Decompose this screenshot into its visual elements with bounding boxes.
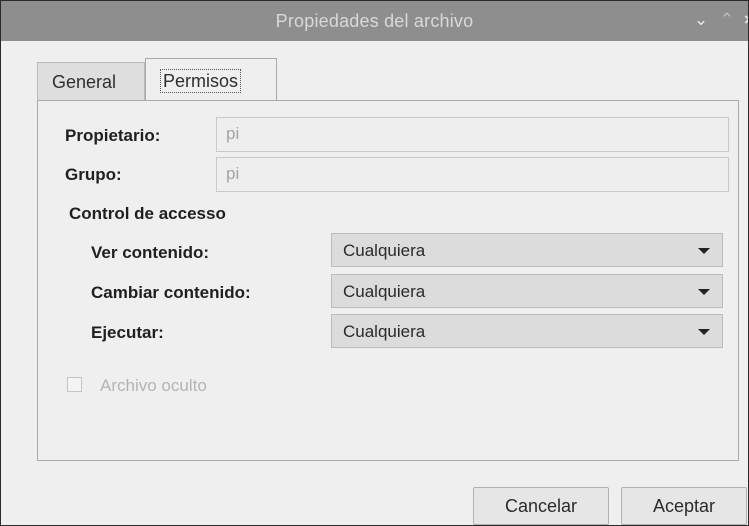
tab-general[interactable]: General bbox=[37, 62, 145, 100]
dropdown-arrow-icon bbox=[698, 329, 710, 335]
window-title: Propiedades del archivo bbox=[275, 11, 474, 31]
dropdown-arrow-icon bbox=[698, 248, 710, 254]
execute-label: Ejecutar: bbox=[91, 323, 164, 342]
view-content-select[interactable]: Cualquiera bbox=[331, 233, 723, 267]
execute-select[interactable]: Cualquiera bbox=[331, 314, 723, 348]
change-content-value: Cualquiera bbox=[343, 282, 426, 301]
access-control-heading: Control de accesso bbox=[69, 204, 226, 223]
execute-value: Cualquiera bbox=[343, 322, 426, 341]
minimize-icon[interactable]: ⌄ bbox=[692, 9, 710, 31]
checkbox-box[interactable] bbox=[67, 377, 82, 392]
change-content-select[interactable]: Cualquiera bbox=[331, 274, 723, 308]
close-icon[interactable]: × bbox=[740, 9, 748, 31]
hidden-file-label: Archivo oculto bbox=[100, 376, 207, 395]
file-properties-dialog: Propiedades del archivo ⌄ ⌃ × General Pe… bbox=[0, 0, 749, 526]
tab-permisos-label: Permisos bbox=[160, 69, 242, 93]
cancel-button[interactable]: Cancelar bbox=[473, 487, 609, 525]
accept-button[interactable]: Aceptar bbox=[621, 487, 747, 525]
tab-permisos[interactable]: Permisos bbox=[145, 58, 277, 101]
owner-field[interactable]: pi bbox=[216, 117, 729, 152]
group-field[interactable]: pi bbox=[216, 157, 729, 192]
change-content-label: Cambiar contenido: bbox=[91, 283, 251, 302]
view-content-label: Ver contenido: bbox=[91, 243, 210, 262]
view-content-value: Cualquiera bbox=[343, 241, 426, 260]
maximize-icon[interactable]: ⌃ bbox=[718, 9, 736, 31]
title-bar[interactable]: Propiedades del archivo ⌄ ⌃ × bbox=[1, 1, 748, 41]
owner-label: Propietario: bbox=[65, 126, 161, 145]
tab-general-label: General bbox=[52, 72, 117, 92]
dropdown-arrow-icon bbox=[698, 289, 710, 295]
group-label: Grupo: bbox=[65, 165, 122, 184]
